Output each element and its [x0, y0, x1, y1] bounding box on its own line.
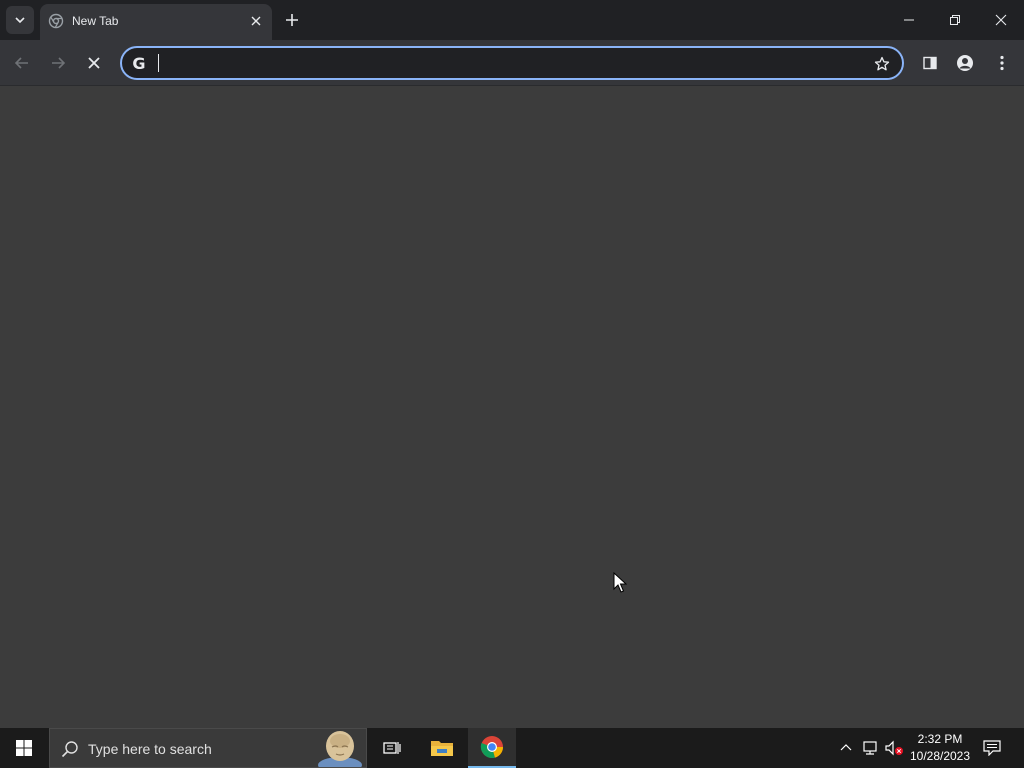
- volume-button[interactable]: [884, 738, 904, 758]
- taskbar-search-box[interactable]: Type here to search: [49, 728, 367, 768]
- tab-search-button[interactable]: [6, 6, 34, 34]
- close-icon: [995, 14, 1007, 26]
- profile-icon: [957, 55, 973, 71]
- action-center-button[interactable]: [978, 728, 1006, 768]
- stop-x-icon: [88, 57, 100, 69]
- chrome-loading-icon: [48, 13, 64, 29]
- page-content-area[interactable]: [0, 86, 1024, 728]
- side-panel-icon: [923, 56, 937, 70]
- network-button[interactable]: [860, 738, 880, 758]
- network-icon: [863, 741, 877, 755]
- star-icon: [874, 56, 890, 71]
- restore-button[interactable]: [932, 0, 978, 40]
- restore-icon: [950, 15, 960, 25]
- show-hidden-icons-button[interactable]: [836, 738, 856, 758]
- plus-icon: [286, 14, 298, 26]
- task-view-button[interactable]: [368, 728, 416, 768]
- chrome-taskbar-button[interactable]: [468, 728, 516, 768]
- chrome-icon: [480, 736, 503, 759]
- clock-date: 10/28/2023: [909, 749, 971, 763]
- chevron-down-icon: [15, 17, 25, 24]
- notifications-icon: [983, 740, 1001, 756]
- close-icon: [251, 16, 261, 26]
- back-arrow-icon: [14, 57, 28, 69]
- volume-muted-icon: [885, 740, 903, 756]
- search-placeholder: Type here to search: [88, 741, 212, 757]
- browser-window: New Tab G: [0, 0, 1024, 728]
- address-input[interactable]: [156, 52, 856, 74]
- windows-logo-icon: [16, 740, 32, 756]
- tab-strip: New Tab: [0, 0, 1024, 40]
- kebab-menu-icon: [1000, 55, 1004, 71]
- stop-loading-button[interactable]: [80, 49, 108, 77]
- mouse-cursor-icon: [613, 572, 627, 593]
- address-bar[interactable]: G: [120, 46, 904, 80]
- file-explorer-button[interactable]: [418, 728, 466, 768]
- forward-arrow-icon: [52, 57, 66, 69]
- windows-taskbar: Type here to search 2:32 PM 10/28/2023: [0, 728, 1024, 768]
- file-explorer-icon: [431, 741, 453, 756]
- start-button[interactable]: [0, 728, 48, 768]
- text-caret: [158, 54, 159, 72]
- clock-time: 2:32 PM: [917, 732, 963, 746]
- profile-button[interactable]: [951, 49, 979, 77]
- window-close-button[interactable]: [978, 0, 1024, 40]
- tab-close-button[interactable]: [246, 11, 266, 31]
- chrome-menu-button[interactable]: [988, 49, 1016, 77]
- tab-title: New Tab: [72, 14, 119, 28]
- search-icon: [61, 741, 78, 758]
- minimize-icon: [904, 19, 914, 21]
- tab-new-tab[interactable]: New Tab: [40, 4, 272, 40]
- browser-toolbar: G: [0, 40, 1024, 86]
- forward-button[interactable]: [44, 49, 72, 77]
- search-highlight-illustration: [318, 731, 362, 767]
- side-panel-button[interactable]: [916, 49, 944, 77]
- system-clock[interactable]: 2:32 PM 10/28/2023: [906, 731, 974, 765]
- chevron-up-icon: [840, 744, 852, 751]
- minimize-button[interactable]: [886, 0, 932, 40]
- new-tab-button[interactable]: [280, 8, 304, 32]
- task-view-icon: [383, 742, 401, 754]
- bookmark-button[interactable]: [870, 52, 894, 76]
- back-button[interactable]: [8, 49, 36, 77]
- google-g-icon: G: [132, 54, 146, 73]
